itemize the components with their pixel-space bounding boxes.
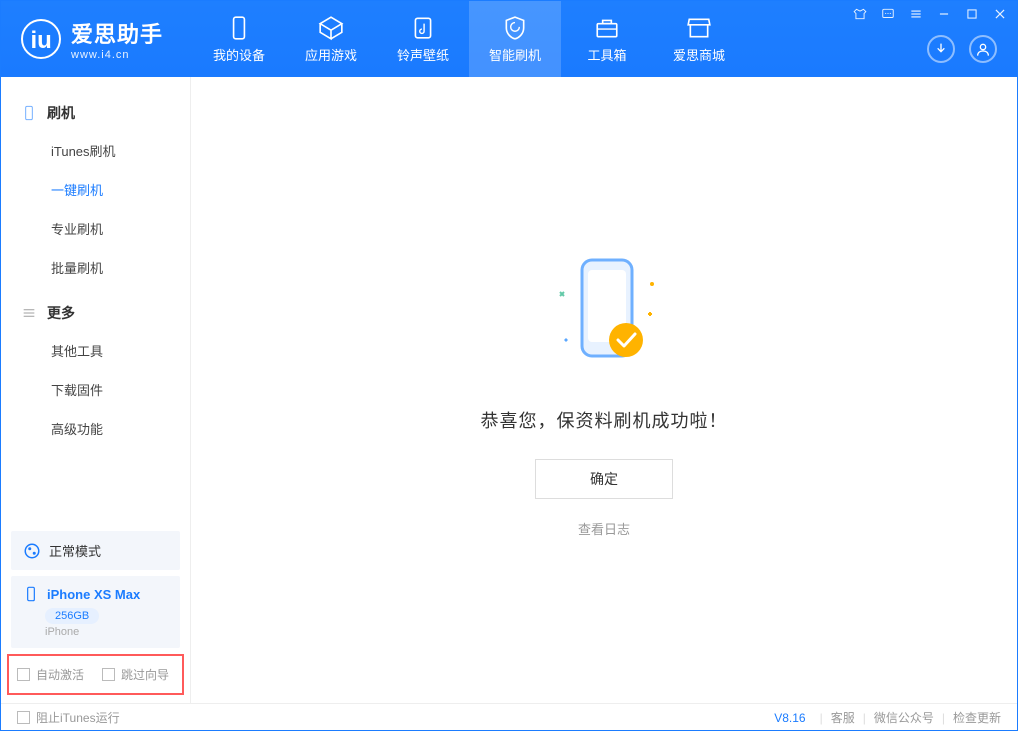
nav-apps-games[interactable]: 应用游戏 <box>285 1 377 77</box>
sidebar-item-advanced[interactable]: 高级功能 <box>1 409 190 448</box>
music-file-icon <box>410 15 436 41</box>
user-icon <box>975 41 991 57</box>
app-logo-icon: iu <box>21 19 61 59</box>
menu-icon[interactable] <box>909 7 923 21</box>
refresh-icon <box>23 542 41 560</box>
app-subtitle: www.i4.cn <box>71 49 163 61</box>
device-capacity-badge: 256GB <box>45 608 99 624</box>
nav-ringtone-wallpaper[interactable]: 铃声壁纸 <box>377 1 469 77</box>
sidebar-group-more[interactable]: 更多 <box>1 295 190 331</box>
header: iu 爱思助手 www.i4.cn 我的设备 应用游戏 铃声壁纸 智能刷机 工具… <box>1 1 1017 77</box>
sidebar-item-oneclick-flash[interactable]: 一键刷机 <box>1 170 190 209</box>
sidebar-item-other-tools[interactable]: 其他工具 <box>1 331 190 370</box>
store-icon <box>686 15 712 41</box>
footer-link-support[interactable]: 客服 <box>831 709 855 726</box>
ok-button[interactable]: 确定 <box>535 459 673 499</box>
nav-label: 铃声壁纸 <box>397 45 449 64</box>
checkbox-icon <box>17 668 30 681</box>
account-button[interactable] <box>969 35 997 63</box>
download-button[interactable] <box>927 35 955 63</box>
toolbox-icon <box>594 15 620 41</box>
nav-label: 我的设备 <box>213 45 265 64</box>
close-icon[interactable] <box>993 7 1007 21</box>
auto-activate-checkbox[interactable]: 自动激活 <box>17 666 84 683</box>
svg-text:iu: iu <box>31 27 52 54</box>
phone-icon <box>23 586 39 602</box>
nav-label: 爱思商城 <box>673 45 725 64</box>
feedback-icon[interactable] <box>881 7 895 21</box>
device-name-label: iPhone XS Max <box>47 587 140 602</box>
main-nav: 我的设备 应用游戏 铃声壁纸 智能刷机 工具箱 爱思商城 <box>193 1 745 77</box>
skip-guide-checkbox[interactable]: 跳过向导 <box>102 666 169 683</box>
device-icon <box>226 15 252 41</box>
footer-link-update[interactable]: 检查更新 <box>953 709 1001 726</box>
download-icon <box>933 41 949 57</box>
device-type-label: iPhone <box>45 626 168 638</box>
block-itunes-checkbox[interactable]: 阻止iTunes运行 <box>17 709 120 726</box>
sidebar-item-itunes-flash[interactable]: iTunes刷机 <box>1 131 190 170</box>
success-illustration <box>534 242 674 387</box>
phone-icon <box>21 105 37 121</box>
nav-label: 工具箱 <box>588 45 627 64</box>
list-icon <box>21 305 37 321</box>
shirt-icon[interactable] <box>853 7 867 21</box>
device-mode-button[interactable]: 正常模式 <box>11 531 180 570</box>
nav-store[interactable]: 爱思商城 <box>653 1 745 77</box>
nav-label: 应用游戏 <box>305 45 357 64</box>
success-message: 恭喜您，保资料刷机成功啦！ <box>481 407 728 433</box>
minimize-icon[interactable] <box>937 7 951 21</box>
sidebar: 刷机 iTunes刷机 一键刷机 专业刷机 批量刷机 更多 其他工具 下载固件 … <box>1 77 191 703</box>
shield-icon <box>502 15 528 41</box>
nav-label: 智能刷机 <box>489 45 541 64</box>
view-log-link[interactable]: 查看日志 <box>578 519 630 538</box>
nav-my-device[interactable]: 我的设备 <box>193 1 285 77</box>
footer-link-wechat[interactable]: 微信公众号 <box>874 709 934 726</box>
device-card[interactable]: iPhone XS Max 256GB iPhone <box>11 576 180 648</box>
version-label: V8.16 <box>774 711 805 725</box>
cube-icon <box>318 15 344 41</box>
logo[interactable]: iu 爱思助手 www.i4.cn <box>1 17 183 61</box>
highlighted-options: 自动激活 跳过向导 <box>7 654 184 695</box>
app-title: 爱思助手 <box>71 17 163 49</box>
checkbox-icon <box>102 668 115 681</box>
sidebar-group-flash[interactable]: 刷机 <box>1 95 190 131</box>
window-controls <box>853 7 1007 21</box>
header-actions <box>927 35 997 63</box>
footer: 阻止iTunes运行 V8.16 | 客服 | 微信公众号 | 检查更新 <box>1 703 1017 731</box>
sidebar-item-pro-flash[interactable]: 专业刷机 <box>1 209 190 248</box>
sidebar-item-batch-flash[interactable]: 批量刷机 <box>1 248 190 287</box>
checkbox-icon <box>17 711 30 724</box>
nav-toolbox[interactable]: 工具箱 <box>561 1 653 77</box>
mode-label: 正常模式 <box>49 541 101 560</box>
nav-smart-flash[interactable]: 智能刷机 <box>469 1 561 77</box>
sidebar-item-download-firmware[interactable]: 下载固件 <box>1 370 190 409</box>
main-content: 恭喜您，保资料刷机成功啦！ 确定 查看日志 <box>191 77 1017 703</box>
maximize-icon[interactable] <box>965 7 979 21</box>
